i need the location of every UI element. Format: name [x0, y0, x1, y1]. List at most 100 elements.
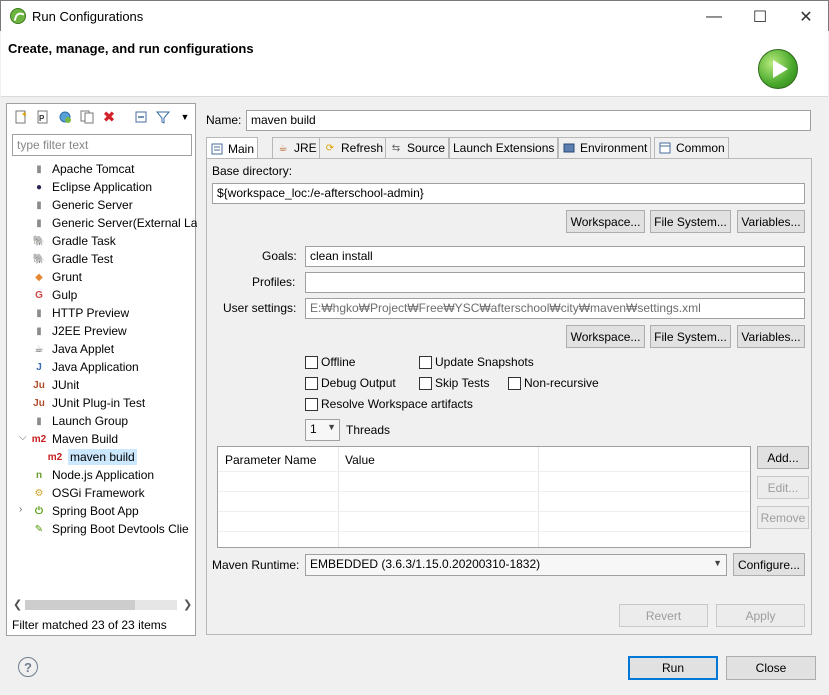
filter-input[interactable]	[12, 134, 192, 156]
minimize-button[interactable]: —	[691, 1, 737, 32]
tree-item[interactable]: 🐘 Gradle Task	[31, 232, 116, 250]
tree-item[interactable]: n Node.js Application	[31, 466, 154, 484]
new-config-icon[interactable]: ✦	[12, 108, 30, 126]
help-icon[interactable]: ?	[18, 657, 38, 677]
main-tab-icon	[210, 142, 224, 156]
spring-tool-suite-icon	[10, 8, 26, 24]
tree-item[interactable]: ⚙ OSGi Framework	[31, 484, 145, 502]
skip-tests-checkbox[interactable]: Skip Tests	[419, 376, 489, 390]
apply-button[interactable]: Apply	[716, 604, 805, 627]
tree-item[interactable]: ▮ Apache Tomcat	[31, 160, 135, 178]
tab-main[interactable]: Main	[206, 137, 259, 159]
export-config-icon[interactable]	[56, 108, 74, 126]
collapse-chevron-right-icon[interactable]: ›	[19, 504, 22, 515]
tab-refresh[interactable]: ⟳ Refresh	[319, 137, 388, 158]
tree-item[interactable]: ▮ Launch Group	[31, 412, 128, 430]
tree-item[interactable]: m2 maven build	[47, 448, 137, 466]
gradle-icon: 🐘	[32, 235, 46, 247]
duplicate-config-icon[interactable]	[78, 108, 96, 126]
tree-item[interactable]: Ju JUnit Plug-in Test	[31, 394, 145, 412]
filter-icon[interactable]	[154, 108, 172, 126]
tree-item-label: Eclipse Application	[52, 180, 153, 194]
tomcat-icon: ▮	[36, 163, 42, 175]
scroll-right-icon[interactable]: ❯	[183, 598, 192, 611]
run-button[interactable]: Run	[628, 656, 718, 680]
update-snapshots-checkbox[interactable]: Update Snapshots	[419, 355, 534, 369]
tab-common[interactable]: Common	[654, 137, 729, 158]
tree-item[interactable]: Ju JUnit	[31, 376, 79, 394]
common-tab-icon	[658, 141, 672, 155]
tree-item[interactable]: J Java Application	[31, 358, 139, 376]
close-window-button[interactable]: ✕	[783, 1, 829, 32]
revert-button[interactable]: Revert	[619, 604, 708, 627]
resolve-workspace-label: Resolve Workspace artifacts	[321, 397, 473, 411]
tree-item-label: Gradle Task	[52, 234, 116, 248]
tree-item[interactable]: ☕ Java Applet	[31, 340, 115, 358]
tree-item[interactable]: ▮ Generic Server	[31, 196, 132, 214]
maximize-button[interactable]: ☐	[737, 1, 783, 32]
osgi-icon: ⚙	[34, 487, 44, 499]
base-workspace-button[interactable]: Workspace...	[566, 210, 645, 233]
profiles-input[interactable]	[305, 272, 805, 293]
tree-item[interactable]: m2 Maven Build	[31, 430, 118, 448]
collapse-all-icon[interactable]	[132, 108, 150, 126]
title-bar: Run Configurations — ☐ ✕	[0, 0, 829, 31]
maven-runtime-value: EMBEDDED (3.6.3/1.15.0.20200310-1832)	[310, 557, 541, 571]
edit-parameter-button[interactable]: Edit...	[757, 476, 809, 499]
tree-item[interactable]: ◆ Grunt	[31, 268, 82, 286]
tab-source[interactable]: ⇆ Source	[385, 137, 450, 158]
add-parameter-button[interactable]: Add...	[757, 446, 809, 469]
settings-variables-button[interactable]: Variables...	[737, 325, 805, 348]
tree-item[interactable]: ▮ J2EE Preview	[31, 322, 126, 340]
delete-config-icon[interactable]: ✖	[100, 108, 118, 126]
goals-input[interactable]: clean install	[305, 246, 805, 267]
non-recursive-checkbox[interactable]: Non-recursive	[508, 376, 599, 390]
tree-item[interactable]: ⏻ Spring Boot App	[31, 502, 139, 520]
tab-jre[interactable]: ☕ JRE	[272, 137, 321, 158]
resolve-workspace-checkbox[interactable]: Resolve Workspace artifacts	[305, 397, 473, 411]
tab-label: Launch Extensions	[453, 141, 555, 155]
server-icon: ▮	[36, 199, 42, 211]
close-button[interactable]: Close	[726, 656, 816, 680]
svg-text:P: P	[39, 114, 45, 123]
maven-runtime-select[interactable]: EMBEDDED (3.6.3/1.15.0.20200310-1832) ▼	[305, 554, 727, 576]
tree-horizontal-scrollbar[interactable]: ❮ ❯	[11, 598, 193, 612]
tree-item[interactable]: ✎ Spring Boot Devtools Clie	[31, 520, 189, 538]
tree-item[interactable]: 🐘 Gradle Test	[31, 250, 113, 268]
scroll-thumb[interactable]	[25, 600, 135, 610]
tree-item[interactable]: ● Eclipse Application	[31, 178, 152, 196]
tree-item[interactable]: ▮ HTTP Preview	[31, 304, 129, 322]
configure-runtime-button[interactable]: Configure...	[733, 553, 805, 576]
new-prototype-icon[interactable]: P	[34, 108, 52, 126]
base-file-system-button[interactable]: File System...	[650, 210, 731, 233]
java-application-icon: J	[36, 361, 42, 373]
tab-label: Refresh	[341, 141, 384, 155]
user-settings-input[interactable]: E:₩hgko₩Project₩Free₩YSC₩afterschool₩cit…	[305, 298, 805, 319]
tab-environment[interactable]: Environment	[558, 137, 652, 158]
debug-output-checkbox[interactable]: Debug Output	[305, 376, 396, 390]
base-directory-input[interactable]: ${workspace_loc:/e-afterschool-admin}	[212, 183, 805, 204]
parameters-table[interactable]: Parameter Name Value	[217, 446, 751, 548]
expand-chevron-down-icon[interactable]: ⌵	[19, 432, 27, 443]
chevron-down-icon: ▼	[327, 422, 336, 432]
nodejs-icon: n	[35, 469, 43, 481]
tree-item-label: Apache Tomcat	[52, 162, 135, 176]
view-menu-chevron-down-icon[interactable]: ▼	[176, 108, 194, 126]
tree-item[interactable]: ▮ Generic Server(External La	[31, 214, 197, 232]
settings-workspace-button[interactable]: Workspace...	[566, 325, 645, 348]
offline-checkbox[interactable]: Offline	[305, 355, 355, 369]
tree-item-label: Spring Boot Devtools Clie	[52, 522, 189, 536]
goals-label: Goals:	[262, 249, 297, 263]
tab-launch-extensions[interactable]: Launch Extensions	[449, 137, 559, 158]
threads-select[interactable]: 1 ▼	[305, 419, 340, 441]
config-name-input[interactable]: maven build	[246, 110, 811, 131]
scroll-left-icon[interactable]: ❮	[13, 598, 22, 611]
http-preview-icon: ▮	[36, 307, 42, 319]
svg-text:✦: ✦	[21, 110, 28, 119]
tab-label: JRE	[294, 141, 317, 155]
tree-item[interactable]: G Gulp	[31, 286, 77, 304]
tree-item-label: maven build	[68, 449, 137, 465]
base-variables-button[interactable]: Variables...	[737, 210, 805, 233]
settings-file-system-button[interactable]: File System...	[650, 325, 731, 348]
remove-parameter-button[interactable]: Remove	[757, 506, 809, 529]
